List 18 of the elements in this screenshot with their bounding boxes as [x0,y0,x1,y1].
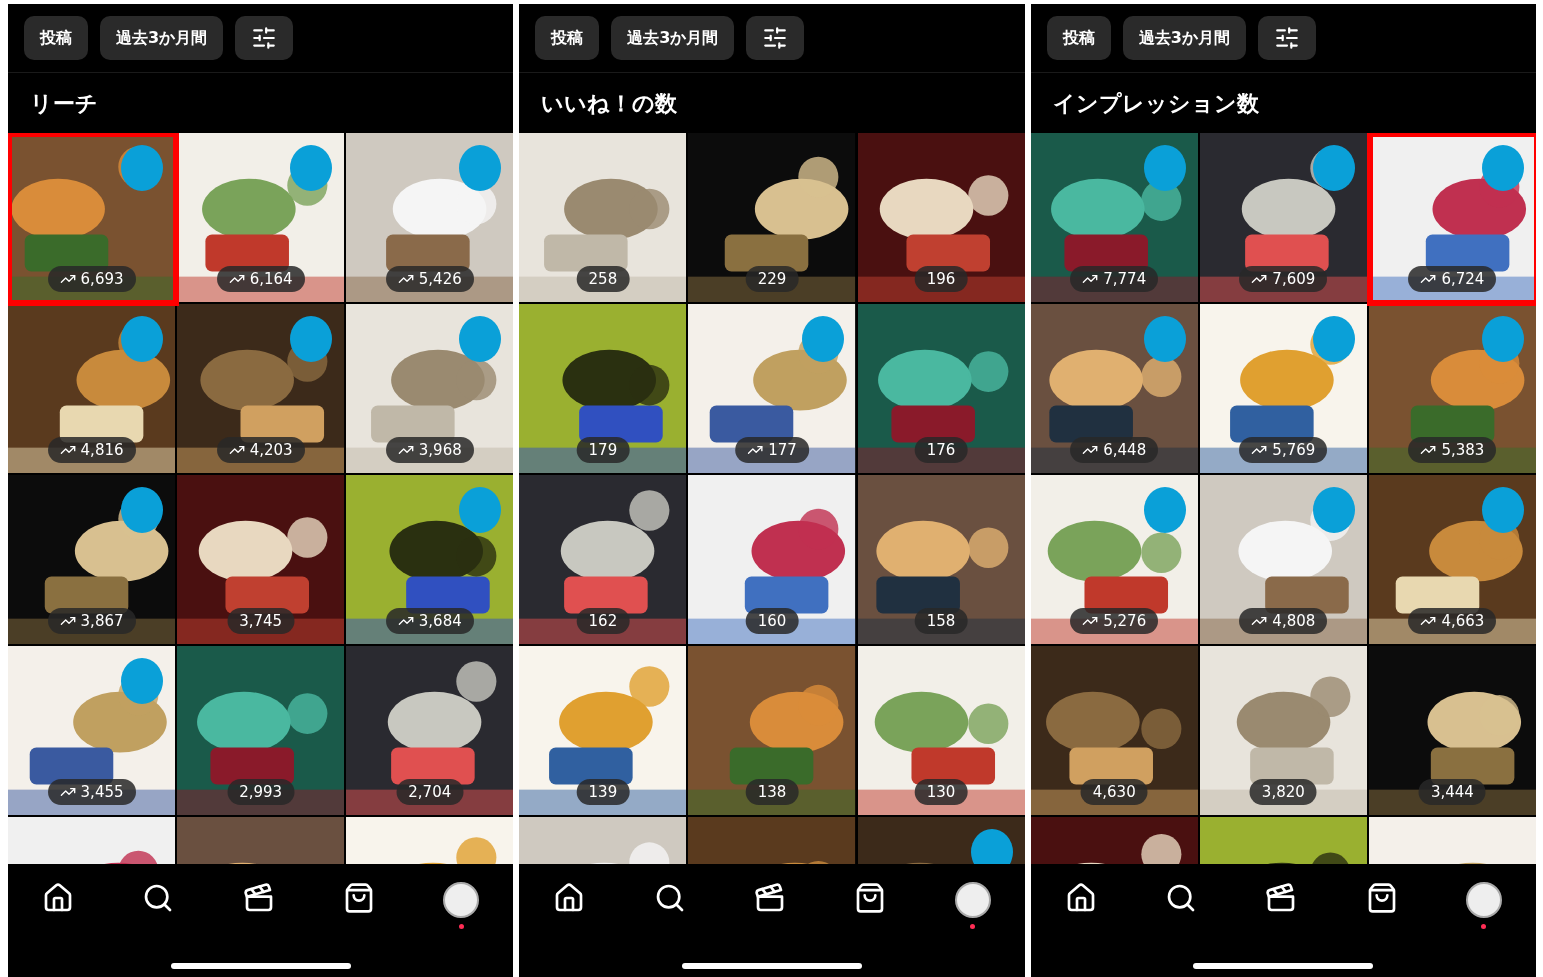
filter-button[interactable] [1257,16,1316,60]
sliders-icon [762,25,789,51]
avatar [443,881,480,918]
filter-button[interactable] [235,16,294,60]
sliders-icon [1273,25,1300,51]
metric-title: いいね！の数 [540,90,679,118]
filter-chip[interactable]: 投稿 [24,16,88,60]
filter-button[interactable] [746,16,805,60]
filter-chip[interactable]: 過去3か月間 [1122,16,1246,60]
filter-chip[interactable]: 過去3か月間 [100,16,224,60]
filter-chip[interactable]: 過去3か月間 [611,16,735,60]
metric-title: インプレッション数 [1051,90,1260,118]
avatar [954,881,991,918]
filter-chip[interactable]: 投稿 [1046,16,1111,60]
filter-chip[interactable]: 投稿 [535,16,600,60]
sliders-icon [251,25,278,51]
metric-title: リーチ [29,90,99,118]
avatar [1465,881,1502,918]
